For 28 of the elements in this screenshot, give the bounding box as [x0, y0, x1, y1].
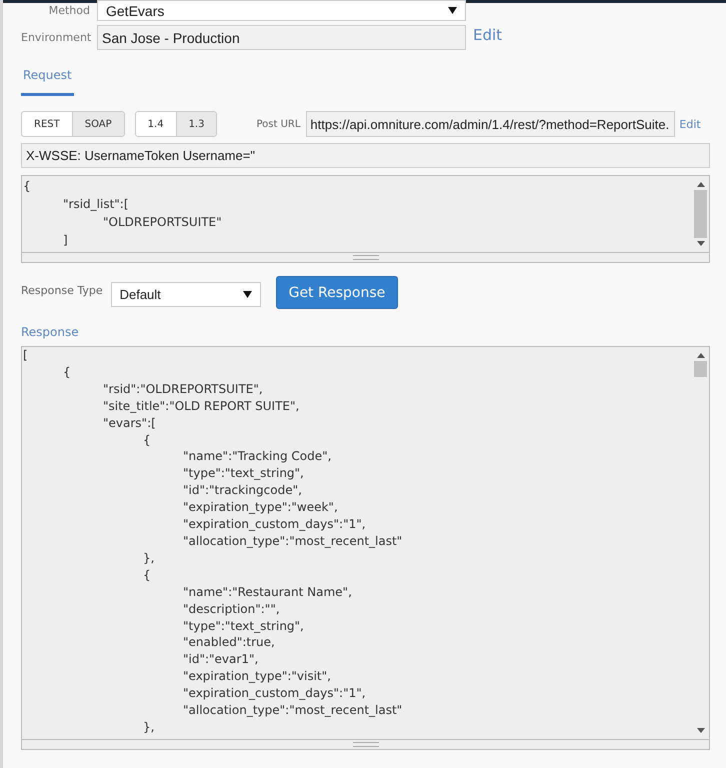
format-toggle-button[interactable]: SOAP	[72, 111, 125, 137]
field-label: Response Type	[21, 284, 103, 296]
method-dropdown[interactable]: GetEvars	[97, 0, 466, 21]
scroll-down-icon[interactable]	[696, 728, 704, 733]
resize-handle[interactable]	[22, 252, 709, 262]
scrollbar-thumb[interactable]	[694, 361, 707, 377]
resize-handle[interactable]	[22, 739, 709, 749]
post-url-field[interactable]: https://api.omniture.com/admin/1.4/rest/?method=ReportSuite.	[306, 111, 676, 137]
field-label: Method	[48, 4, 90, 17]
request-tab[interactable]: Request	[21, 68, 74, 96]
section-label: Response	[21, 325, 80, 339]
response-type-dropdown[interactable]: Default	[110, 282, 261, 306]
scroll-up-icon[interactable]	[696, 182, 704, 187]
format-toggle-button[interactable]: REST	[21, 111, 73, 137]
edit-link[interactable]: Edit	[473, 26, 502, 44]
version-toggle-button[interactable]: 1.3	[176, 111, 218, 137]
scroll-up-icon[interactable]	[696, 353, 704, 358]
environment-field: San Jose - Production	[97, 25, 466, 50]
header-field[interactable]: X-WSSE: UsernameToken Username="	[21, 143, 710, 168]
field-label: Post URL	[256, 118, 300, 130]
edit-link[interactable]: Edit	[679, 118, 701, 130]
field-label: Environment	[21, 31, 90, 44]
scrollbar-thumb[interactable]	[694, 190, 707, 238]
caret-icon	[448, 7, 457, 14]
scroll-down-icon[interactable]	[696, 241, 704, 246]
version-toggle-button[interactable]: 1.4	[134, 111, 177, 137]
get-response-button[interactable]: Get Response	[276, 276, 398, 309]
caret-icon	[242, 290, 252, 298]
